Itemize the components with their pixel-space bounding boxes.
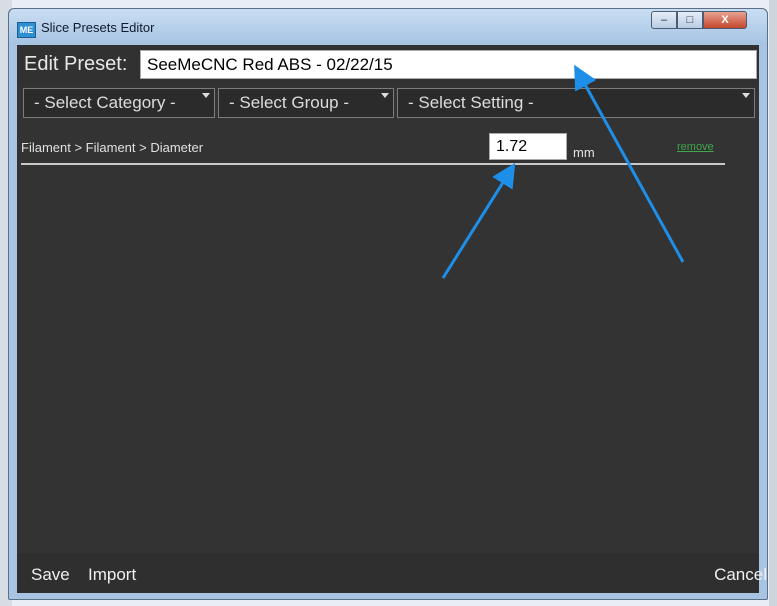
select-setting-dropdown[interactable]: - Select Setting -	[397, 88, 755, 118]
cancel-button[interactable]: Cancel	[714, 565, 767, 585]
app-icon: ME	[17, 22, 36, 38]
edit-preset-label: Edit Preset:	[24, 53, 128, 75]
setting-row: Filament > Filament > Diameter mm remove	[17, 129, 759, 167]
slice-presets-editor-window: ME Slice Presets Editor – □ X Edit Prese…	[8, 8, 768, 600]
footer-bar: Save Import Cancel	[17, 553, 767, 593]
setting-unit-label: mm	[573, 145, 595, 160]
close-button[interactable]: X	[703, 11, 747, 29]
import-button[interactable]: Import	[88, 565, 136, 585]
maximize-button[interactable]: □	[677, 11, 703, 29]
select-group-dropdown[interactable]: - Select Group -	[218, 88, 394, 118]
minimize-button[interactable]: –	[651, 11, 677, 29]
title-bar[interactable]: ME Slice Presets Editor – □ X	[9, 9, 767, 45]
window-title: Slice Presets Editor	[41, 20, 155, 35]
dropdown-arrow-icon	[202, 93, 210, 98]
desktop-background-right	[769, 0, 777, 606]
remove-setting-link[interactable]: remove	[677, 141, 714, 153]
save-button[interactable]: Save	[31, 565, 70, 585]
editor-panel: Edit Preset: - Select Category - - Selec…	[17, 45, 767, 593]
dropdown-arrow-icon	[381, 93, 389, 98]
setting-divider	[21, 163, 725, 165]
setting-path-label: Filament > Filament > Diameter	[21, 140, 204, 155]
dropdown-arrow-icon	[742, 93, 750, 98]
setting-value-input[interactable]	[489, 133, 567, 160]
preset-name-input[interactable]	[140, 50, 757, 79]
select-setting-label: - Select Setting -	[408, 93, 534, 112]
select-category-label: - Select Category -	[34, 93, 176, 112]
select-category-dropdown[interactable]: - Select Category -	[23, 88, 215, 118]
preset-header: Edit Preset:	[17, 45, 759, 85]
select-group-label: - Select Group -	[229, 93, 349, 112]
